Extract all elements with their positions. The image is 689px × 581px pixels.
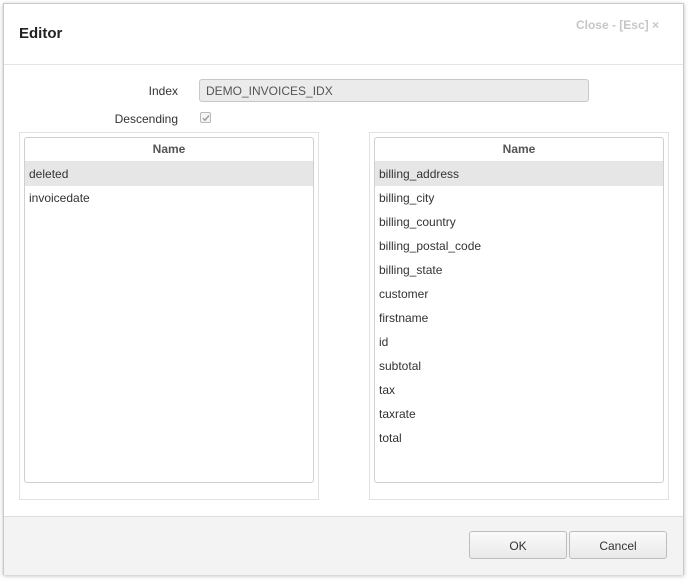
cancel-button[interactable]: Cancel (569, 531, 667, 559)
dialog-title: Editor (19, 25, 63, 42)
list-items: deleted invoicedate (25, 162, 313, 210)
descending-label: Descending (114, 112, 178, 126)
index-label: Index (148, 84, 178, 98)
checkmark-icon (202, 115, 210, 122)
list-item[interactable]: billing_postal_code (375, 234, 663, 258)
list-item[interactable]: taxrate (375, 402, 663, 426)
list-item[interactable]: deleted (25, 162, 313, 186)
ok-button[interactable]: OK (469, 531, 567, 559)
list-item[interactable]: billing_country (375, 210, 663, 234)
list-item[interactable]: customer (375, 282, 663, 306)
index-field[interactable] (199, 79, 589, 102)
editor-dialog: Editor Close - [Esc] × Index Descending … (3, 3, 684, 575)
list-item[interactable]: billing_address (375, 162, 663, 186)
dialog-header: Editor Close - [Esc] × (4, 4, 683, 65)
list-item[interactable]: firstname (375, 306, 663, 330)
list-header[interactable]: Name (375, 138, 663, 162)
dialog-footer: OK Cancel (4, 516, 683, 575)
list-item[interactable]: id (375, 330, 663, 354)
list-item[interactable]: total (375, 426, 663, 450)
list-item[interactable]: tax (375, 378, 663, 402)
list-item[interactable]: billing_state (375, 258, 663, 282)
list-items: billing_address billing_city billing_count… (375, 162, 663, 450)
list-item[interactable]: billing_city (375, 186, 663, 210)
list-item[interactable]: subtotal (375, 354, 663, 378)
available-columns-list[interactable]: Name billing_address billing_city billing_… (374, 137, 664, 483)
close-button[interactable]: Close - [Esc] × (576, 18, 659, 32)
right-list-panel: Name billing_address billing_city billing_… (369, 132, 669, 500)
descending-checkbox[interactable] (200, 112, 211, 123)
left-list-panel: Name deleted invoicedate (19, 132, 319, 500)
list-item[interactable]: invoicedate (25, 186, 313, 210)
selected-columns-list[interactable]: Name deleted invoicedate (24, 137, 314, 483)
list-header[interactable]: Name (25, 138, 313, 162)
